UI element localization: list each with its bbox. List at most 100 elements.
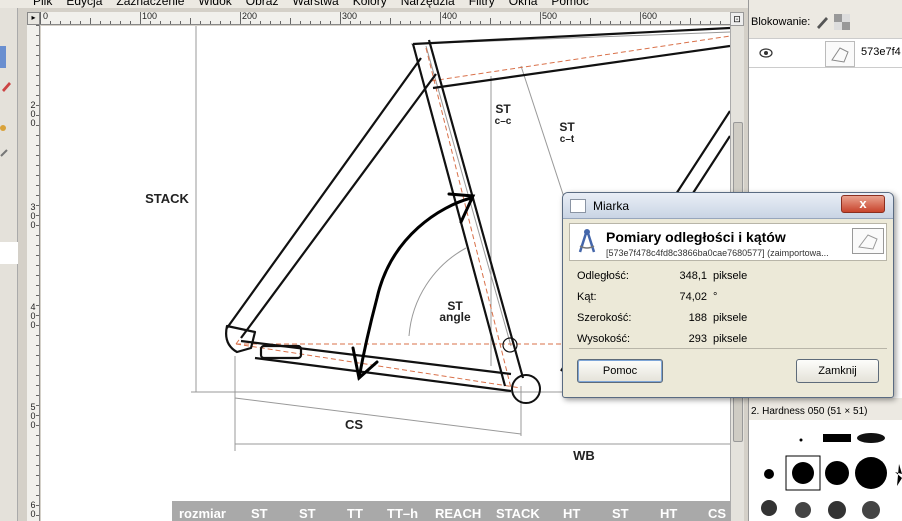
h-tick-label: 100 [142,12,158,21]
menu-widok[interactable]: Widok [198,0,231,8]
centerline-seat [425,47,512,389]
table-header: REACH [435,506,481,521]
label-st-ct-top: ST [559,120,575,134]
brush-splatter3-icon[interactable] [828,501,846,519]
table-header: rozmiar [179,506,226,521]
menu-kolory[interactable]: Kolory [353,0,387,8]
brush-tiny-icon[interactable] [799,438,803,442]
h-tick-label: 600 [642,12,658,21]
window-close-button[interactable]: x [841,195,885,213]
label-wb: WB [573,448,595,463]
centerline-top [430,35,730,82]
image-thumbnail [852,228,884,254]
measure-value: 293 [688,333,707,345]
gimp-window: Plik Edycja Zaznaczenie Widok Obraz Wars… [0,0,902,521]
h-tick-label: 300 [342,12,358,21]
horizontal-ruler[interactable]: 0 100 200 300 400 500 600 [40,12,730,25]
h-tick-label: 400 [442,12,458,21]
table-header: CS [708,506,726,521]
table-header: HT [660,506,677,521]
cs-dimension-line [234,397,522,435]
measure-value: 348,1 [679,270,707,282]
lock-row: Blokowanie: [749,12,902,32]
tool-bucket-icon[interactable] [0,125,6,131]
help-button[interactable]: Pomoc [577,359,663,383]
brush-hardness-icon[interactable] [792,462,814,484]
label-st-cc-top: ST [495,102,511,116]
toolbox-divider [0,242,18,264]
brush-splatter2-icon[interactable] [795,502,811,518]
dialog-heading: Pomiary odległości i kątów [606,229,786,245]
brush-splatter-icon[interactable] [761,500,777,516]
menu-filtry[interactable]: Filtry [469,0,495,8]
menu-plik[interactable]: Plik [33,0,52,8]
h-tick-label: 500 [542,12,558,21]
h-tick-label: 0 [43,12,49,21]
measure-label: Szerokość: [577,312,632,324]
brush-lock-icon[interactable] [814,14,830,30]
tool-smudge-icon[interactable] [0,149,8,157]
image-preview-icon [858,234,878,250]
close-button[interactable]: Zamknij [796,359,879,383]
tool-select-icon[interactable] [0,46,6,68]
measure-unit: piksele [713,312,748,324]
dialog-header: Pomiary odległości i kątów [573e7f478c4f… [569,223,887,261]
measure-label: Odległość: [577,270,629,282]
menu-warstwa[interactable]: Warstwa [292,0,338,8]
top-tube [412,26,730,90]
eye-icon[interactable] [759,48,773,58]
tool-pencil-icon[interactable] [2,82,11,92]
ruler-app-icon [570,199,586,213]
brush-block-icon[interactable] [823,434,851,442]
table-header: ST [612,506,629,521]
dropout [225,324,257,354]
v-tick-label: 4 0 0 [30,302,36,330]
table-header: ST [299,506,316,521]
dialog-separator [569,348,887,349]
vertical-ruler[interactable]: 2 0 0 3 0 0 4 0 0 5 0 0 6 0 [27,25,40,521]
brush-title: 2. Hardness 050 (51 × 51) [751,406,868,417]
toolbox-icons [0,46,18,264]
chain-stay [240,339,512,393]
menu-zaznaczenie[interactable]: Zaznaczenie [116,0,184,8]
label-stack: STACK [145,191,189,206]
dialog-subheading: [573e7f478c4fd8c3866ba0cae7680577] (zaim… [606,248,829,258]
menu-pomoc[interactable]: Pomoc [551,0,588,8]
brush-medium-icon[interactable] [825,461,849,485]
brush-small-icon[interactable] [764,469,774,479]
brush-large-icon[interactable] [855,457,887,489]
toolbox [0,8,18,521]
table-header: TT–h [387,506,418,521]
menu-narzedzia[interactable]: Narzędzia [401,0,455,8]
ruler-corner[interactable]: ▸ [27,12,40,25]
table-header: HT [563,506,580,521]
measure-label: Wysokość: [577,333,631,345]
label-cs: CS [345,417,363,432]
layer-row[interactable]: 573e7f4 [749,38,902,68]
measure-stroke [357,196,473,380]
measure-label: Kąt: [577,291,597,303]
brush-palette [749,420,902,521]
v-tick-label: 3 0 0 [30,202,36,230]
menu-okna[interactable]: Okna [509,0,538,8]
bottom-bracket [511,374,541,404]
seat-stay [226,57,437,339]
alpha-lock-icon[interactable] [834,14,851,30]
brush-grid [761,433,902,519]
v-tick-label: 5 0 0 [30,402,36,430]
menubar: Plik Edycja Zaznaczenie Widok Obraz Wars… [0,0,752,8]
dialog-titlebar[interactable]: Miarka x [563,193,893,219]
h-tick-label: 200 [242,12,258,21]
menu-obraz[interactable]: Obraz [246,0,279,8]
brush-star-icon[interactable] [895,464,902,486]
label-st-ct-bottom: c–t [560,134,575,145]
measure-value: 74,02 [679,291,707,303]
measure-value: 188 [688,312,707,324]
v-tick-label: 6 0 [30,500,36,519]
brush-blur-icon[interactable] [857,433,885,443]
brush-splatter4-icon[interactable] [862,501,880,519]
zoom-toggle-icon[interactable]: ⊡ [730,12,744,26]
compass-icon [578,229,596,253]
centerline-chain [235,343,522,389]
menu-edycja[interactable]: Edycja [66,0,102,8]
